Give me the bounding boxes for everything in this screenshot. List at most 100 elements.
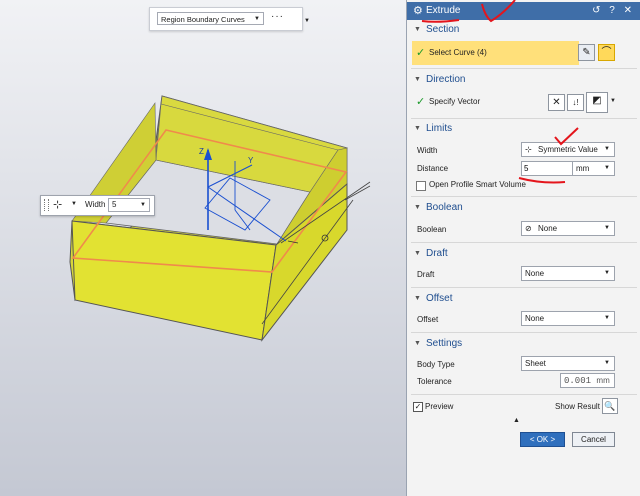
preview-checkbox[interactable]: ✓ [413,402,423,412]
tolerance-field[interactable]: 0.001 mm [560,373,615,388]
dialog-titlebar: ⚙ Extrude ↺ ? ✕ [407,2,640,20]
divider [411,118,637,119]
section-header-direction[interactable]: ▼ Direction [412,74,636,88]
cancel-button[interactable]: Cancel [572,432,615,447]
more-options-icon[interactable]: ··· [271,11,284,22]
collapse-triangle-icon: ▼ [414,76,421,83]
section-title: Section [426,24,460,35]
vector-inferred-icon[interactable]: ◩ [586,92,608,113]
limits-width-label: Width [417,146,438,155]
draft-label: Draft [417,270,435,279]
body-type-select[interactable]: Sheet ▼ [521,356,615,371]
show-result-label: Show Result [555,402,600,411]
selection-filter-dropdown[interactable]: Region Boundary Curves ▼ [157,12,264,25]
selection-filter-value: Region Boundary Curves [161,15,245,24]
ok-button[interactable]: < OK > [520,432,565,447]
symmetric-value-icon[interactable]: ⊹ [53,198,62,211]
expand-triangle-icon[interactable]: ▲ [513,417,520,424]
collapse-triangle-icon: ▼ [414,204,421,211]
annotation-underline [421,19,460,23]
width-value-field[interactable]: 5 ▼ [108,198,150,212]
select-curve-label: Select Curve (4) [429,48,487,57]
offset-value: None [525,314,545,323]
boolean-label: Boolean [417,225,447,234]
dialog-window-controls[interactable]: ↺ ? ✕ [592,5,635,16]
divider [411,68,637,69]
chevron-down-icon[interactable]: ▼ [71,201,77,207]
sketch-section-icon[interactable]: ✎ [578,44,595,61]
model-canvas[interactable]: Z Y [0,0,406,496]
preview-label: Preview [425,402,454,411]
check-icon: ✓ [416,96,426,108]
chevron-down-icon: ▼ [254,16,260,22]
open-profile-label: Open Profile Smart Volume [429,180,526,189]
collapse-triangle-icon: ▼ [414,125,421,132]
section-header-offset[interactable]: ▼ Offset [412,293,636,307]
draft-select[interactable]: None ▼ [521,266,615,281]
drag-grip-icon[interactable] [44,199,49,211]
select-curve-row[interactable]: ✓ Select Curve (4) [412,41,579,65]
chevron-down-icon: ▼ [604,315,610,321]
chevron-down-icon: ▼ [604,165,610,171]
show-result-button[interactable]: 🔍 [602,398,618,414]
width-label: Width [85,200,106,209]
body-type-label: Body Type [417,360,455,369]
body-type-value: Sheet [525,359,546,368]
section-title: Direction [426,74,466,85]
collapse-triangle-icon: ▼ [414,26,421,33]
selection-bar: Region Boundary Curves ▼ ··· ▼ [149,7,310,31]
extrude-dialog: ⚙ Extrude ↺ ? ✕ ▼ Section ✓ Select Curve… [406,0,640,496]
section-title: Boolean [426,202,463,213]
collapse-triangle-icon: ▼ [414,340,421,347]
axis-y-label: Y [248,156,254,165]
symmetric-value-icon: ⊹ [525,145,532,154]
cancel-label: Cancel [581,435,606,444]
curve-icon[interactable]: ⌒ [598,44,615,61]
section-header-draft[interactable]: ▼ Draft [412,248,636,262]
chevron-down-icon: ▼ [604,270,610,276]
collapse-triangle-icon: ▼ [414,295,421,302]
collapse-triangle-icon: ▼ [414,250,421,257]
boolean-value: None [538,224,558,233]
dimension-line [344,185,371,201]
draft-value: None [525,269,545,278]
distance-unit-select[interactable]: mm ▼ [572,161,615,176]
tolerance-label: Tolerance [417,377,452,386]
gear-icon: ⚙ [413,5,423,17]
divider [411,394,637,395]
width-type-select[interactable]: ⊹ Symmetric Value ▼ [521,142,615,157]
section-title: Draft [426,248,448,259]
tolerance-unit: mm [596,376,610,385]
section-title: Limits [426,123,453,134]
distance-label: Distance [417,164,449,173]
boolean-none-icon: ⊘ [525,224,532,233]
dialog-title: Extrude [426,5,461,16]
chevron-down-icon[interactable]: ▼ [610,98,616,104]
offset-label: Offset [417,315,439,324]
tolerance-value: 0.001 [564,376,592,386]
section-header-boolean[interactable]: ▼ Boolean [412,202,636,216]
chevron-down-icon: ▼ [604,225,610,231]
width-type-value: Symmetric Value [538,145,598,154]
specify-vector-label: Specify Vector [429,97,481,106]
divider [411,332,637,333]
open-profile-checkbox[interactable] [416,181,426,191]
chevron-down-icon[interactable]: ▼ [304,18,310,24]
boolean-select[interactable]: ⊘ None ▼ [521,221,615,236]
section-title: Offset [426,293,453,304]
width-value: 5 [112,200,117,209]
section-header-settings[interactable]: ▼ Settings [412,338,636,352]
graphics-viewport[interactable]: Z Y Region Boundary Curves ▼ ··· ▼ ⊹ ▼ W… [0,0,406,496]
chevron-down-icon: ▼ [604,360,610,366]
divider [411,242,637,243]
width-onscreen-input: ⊹ ▼ Width 5 ▼ [40,195,155,216]
reverse-direction-icon[interactable]: ✕ [548,94,565,111]
chevron-down-icon: ▼ [604,146,610,152]
divider [411,196,637,197]
ok-label: < OK > [529,435,556,444]
section-header-limits[interactable]: ▼ Limits [412,123,636,137]
vector-dialog-icon[interactable]: ↓! [567,94,584,111]
section-header-section[interactable]: ▼ Section [412,24,636,38]
distance-input[interactable] [521,161,573,176]
offset-select[interactable]: None ▼ [521,311,615,326]
